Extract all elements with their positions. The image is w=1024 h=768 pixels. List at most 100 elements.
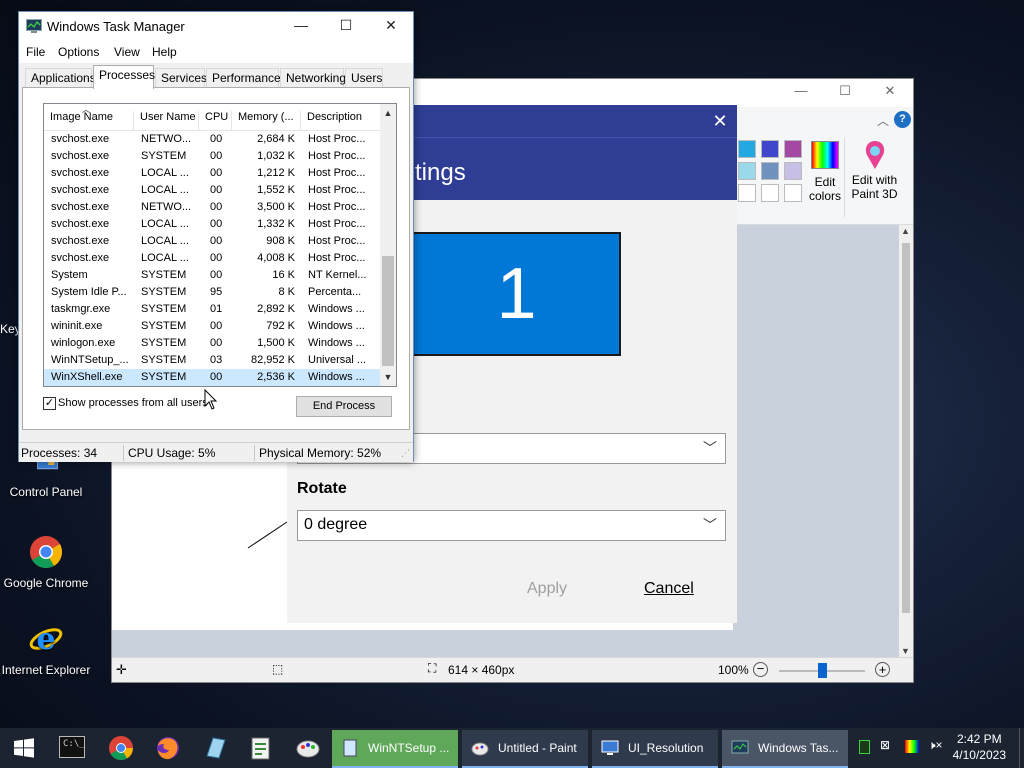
apply-button[interactable]: Apply xyxy=(527,580,567,598)
cell-user-name: NETWO... xyxy=(141,201,192,213)
desktop-icon-google-chrome[interactable]: Google Chrome xyxy=(0,535,92,590)
color-swatch[interactable] xyxy=(738,162,756,180)
tab-services[interactable]: Services xyxy=(155,68,207,88)
color-swatch[interactable] xyxy=(738,140,756,158)
notepad-icon[interactable] xyxy=(247,734,275,762)
menu-file[interactable]: File xyxy=(26,45,45,59)
cell-description: Percenta... xyxy=(308,286,362,298)
zoom-out-button[interactable]: − xyxy=(753,662,768,677)
process-rows: svchost.exe NETWO... 00 2,684 K Host Proc...… xyxy=(44,131,380,386)
cell-user-name: SYSTEM xyxy=(141,303,187,315)
app-icon[interactable] xyxy=(201,734,229,762)
show-all-users-checkbox[interactable]: ✓ xyxy=(43,397,56,410)
process-list-scrollbar[interactable]: ▲ ▼ xyxy=(380,104,396,386)
resize-grip-icon[interactable]: ⋰ xyxy=(401,448,410,459)
command-prompt-icon[interactable]: C:\_ xyxy=(59,736,85,758)
zoom-slider-thumb[interactable] xyxy=(818,663,827,678)
process-row[interactable]: svchost.exe LOCAL ... 00 1,332 K Host Proc..… xyxy=(44,216,380,233)
edit-with-paint3d-button[interactable]: Edit with Paint 3D xyxy=(844,137,904,217)
taskbar-button-ui-resolution[interactable]: UI_Resolution xyxy=(592,730,718,768)
cell-cpu: 00 xyxy=(210,320,223,332)
color-swatch[interactable] xyxy=(761,184,779,202)
column-header-user-name[interactable]: User Name xyxy=(134,111,199,131)
menu-help[interactable]: Help xyxy=(152,45,177,59)
scroll-thumb[interactable] xyxy=(902,243,910,613)
menu-view[interactable]: View xyxy=(114,45,140,59)
cell-memory: 2,684 K xyxy=(257,133,295,145)
volume-muted-icon[interactable]: 🕨× xyxy=(928,738,943,753)
process-row[interactable]: svchost.exe LOCAL ... 00 908 K Host Proc... xyxy=(44,233,380,250)
close-button[interactable]: ✕ xyxy=(875,83,905,99)
tray-app-icon[interactable] xyxy=(859,740,870,754)
desktop-icon-internet-explorer[interactable]: e Internet Explorer xyxy=(0,622,92,677)
end-process-button[interactable]: End Process xyxy=(296,396,392,417)
tab-users[interactable]: Users xyxy=(345,68,383,88)
minimize-button[interactable]: — xyxy=(786,83,816,98)
tab-performance[interactable]: Performance xyxy=(206,68,281,88)
tab-networking[interactable]: Networking xyxy=(280,68,346,88)
color-swatch[interactable] xyxy=(738,184,756,202)
show-desktop-button[interactable] xyxy=(1019,728,1024,768)
taskbar-clock[interactable]: 2:42 PM 4/10/2023 xyxy=(953,731,1006,763)
collapse-ribbon-icon[interactable]: ︿ xyxy=(877,112,889,129)
taskbar-button-label: Untitled - Paint xyxy=(498,741,577,755)
monitor-tile[interactable]: 1 xyxy=(414,232,621,356)
taskbar-button-paint[interactable]: Untitled - Paint xyxy=(462,730,588,768)
network-icon[interactable]: ⊠ xyxy=(880,738,890,752)
process-row[interactable]: svchost.exe SYSTEM 00 1,032 K Host Proc... xyxy=(44,148,380,165)
process-row[interactable]: svchost.exe LOCAL ... 00 1,552 K Host Proc..… xyxy=(44,182,380,199)
taskbar-button-winntsetup[interactable]: WinNTSetup ... xyxy=(332,730,458,768)
firefox-icon[interactable] xyxy=(154,734,182,762)
process-row[interactable]: WinXShell.exe SYSTEM 00 2,536 K Windows ... xyxy=(44,369,380,386)
taskbar-button-task-manager[interactable]: Windows Tas... xyxy=(722,730,848,768)
scroll-down-icon[interactable]: ▼ xyxy=(380,372,396,382)
tab-applications[interactable]: Applications xyxy=(25,68,96,88)
color-swatch[interactable] xyxy=(761,162,779,180)
close-button[interactable]: ✕ xyxy=(371,17,411,34)
process-row[interactable]: wininit.exe SYSTEM 00 792 K Windows ... xyxy=(44,318,380,335)
process-row[interactable]: System Idle P... SYSTEM 95 8 K Percenta... xyxy=(44,284,380,301)
cell-cpu: 00 xyxy=(210,167,223,179)
zoom-in-button[interactable]: + xyxy=(875,662,890,677)
column-header-image-name[interactable]: Image Name xyxy=(44,111,134,131)
paint-icon[interactable] xyxy=(294,734,322,762)
process-row[interactable]: svchost.exe NETWO... 00 3,500 K Host Proc... xyxy=(44,199,380,216)
process-row[interactable]: taskmgr.exe SYSTEM 01 2,892 K Windows ... xyxy=(44,301,380,318)
cancel-button[interactable]: Cancel xyxy=(644,580,694,598)
process-row[interactable]: winlogon.exe SYSTEM 00 1,500 K Windows ... xyxy=(44,335,380,352)
chrome-icon[interactable] xyxy=(107,734,135,762)
process-row[interactable]: svchost.exe NETWO... 00 2,684 K Host Proc... xyxy=(44,131,380,148)
color-swatch[interactable] xyxy=(761,140,779,158)
tab-processes[interactable]: Processes xyxy=(93,65,155,89)
cell-image-name: System Idle P... xyxy=(51,286,127,298)
column-header-description[interactable]: Description xyxy=(301,111,380,131)
start-windows-icon[interactable] xyxy=(10,734,38,762)
scroll-up-icon[interactable]: ▲ xyxy=(380,108,396,118)
rotate-dropdown[interactable]: 0 degree ﹀ xyxy=(297,510,726,541)
scroll-down-icon[interactable]: ▼ xyxy=(901,646,910,656)
svg-text:e: e xyxy=(36,622,55,656)
process-row[interactable]: svchost.exe LOCAL ... 00 4,008 K Host Proc..… xyxy=(44,250,380,267)
process-list-header: ︿ Image Name User Name CPU Memory (... D… xyxy=(44,104,380,131)
cell-memory: 8 K xyxy=(278,286,295,298)
help-icon[interactable]: ? xyxy=(894,111,911,128)
display-icon[interactable] xyxy=(905,740,919,753)
maximize-button[interactable]: ☐ xyxy=(830,83,860,99)
menu-options[interactable]: Options xyxy=(58,45,99,59)
cell-cpu: 00 xyxy=(210,269,223,281)
column-header-cpu[interactable]: CPU xyxy=(199,111,232,131)
image-size: 614 × 460px xyxy=(448,663,515,677)
cell-image-name: svchost.exe xyxy=(51,252,110,264)
column-header-memory[interactable]: Memory (... xyxy=(232,111,301,131)
minimize-button[interactable]: — xyxy=(281,17,321,33)
process-list[interactable]: ︿ Image Name User Name CPU Memory (... D… xyxy=(43,103,397,387)
task-manager-titlebar[interactable]: Windows Task Manager — ☐ ✕ xyxy=(19,12,413,41)
process-row[interactable]: svchost.exe LOCAL ... 00 1,212 K Host Proc..… xyxy=(44,165,380,182)
maximize-button[interactable]: ☐ xyxy=(326,17,366,34)
scroll-thumb[interactable] xyxy=(382,256,394,366)
scroll-up-icon[interactable]: ▲ xyxy=(901,226,910,236)
paint-vertical-scrollbar[interactable]: ▲ ▼ xyxy=(899,225,913,657)
process-row[interactable]: System SYSTEM 00 16 K NT Kernel... xyxy=(44,267,380,284)
process-row[interactable]: WinNTSetup_... SYSTEM 03 82,952 K Universal … xyxy=(44,352,380,369)
close-button[interactable]: ✕ xyxy=(709,111,731,133)
